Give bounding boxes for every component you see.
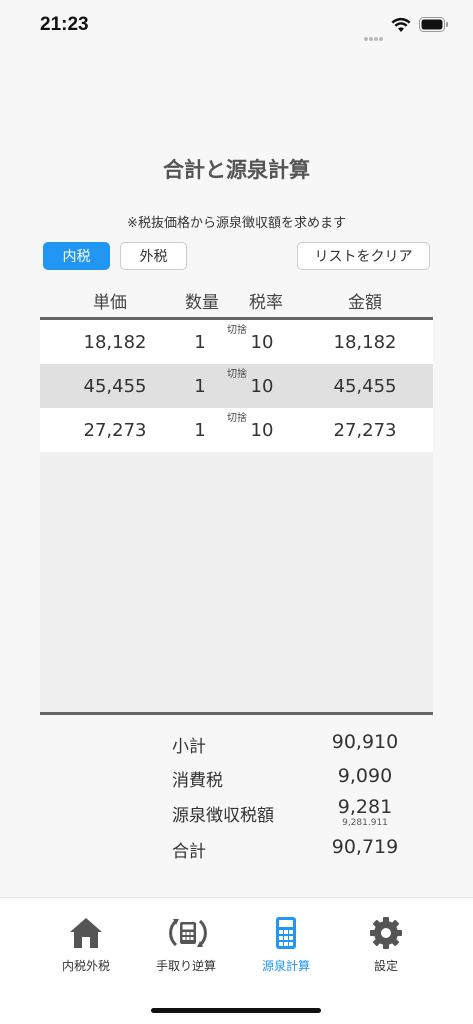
- quantity-cell: 1: [194, 376, 206, 397]
- quantity-cell: 1: [194, 420, 206, 441]
- status-time: 21:23: [40, 14, 89, 35]
- inner-tax-button[interactable]: 内税: [43, 242, 110, 270]
- tab-label: 設定: [373, 959, 398, 973]
- amount-cell: 27,273: [333, 420, 397, 441]
- consumption-tax-value: 9,090: [337, 765, 393, 787]
- amount-cell: 45,455: [333, 376, 397, 397]
- header-tax-rate: 税率: [249, 293, 283, 313]
- unit-price-cell: 45,455: [83, 376, 147, 397]
- tax-rate-cell: 10: [250, 420, 274, 441]
- status-bar: 21:23: [0, 0, 473, 52]
- wifi-icon: [391, 17, 411, 32]
- table-row[interactable]: 45,455 1 切捨 10 45,455: [40, 364, 433, 408]
- withholding-tax-label: 源泉徴収税額: [172, 806, 274, 826]
- withholding-tax-detail: 9,281.911: [342, 818, 388, 828]
- clear-list-button[interactable]: リストをクリア: [297, 242, 430, 270]
- home-indicator[interactable]: [151, 1008, 321, 1013]
- signal-icon: [364, 26, 386, 41]
- calculator-cycle-icon: [169, 919, 207, 947]
- page-subtitle: ※税抜価格から源泉徴収額を求めます: [127, 216, 346, 231]
- item-list[interactable]: 18,182 1 切捨 10 18,182 45,455 1 切捨 10 45,…: [40, 317, 433, 715]
- tab-label: 源泉計算: [261, 959, 310, 973]
- tab-bar: 内税外税 手取り逆算 源泉計算 設定: [0, 897, 473, 1024]
- tab-label: 手取り逆算: [155, 959, 216, 973]
- header-unit-price: 単価: [93, 293, 127, 313]
- header-quantity: 数量: [185, 293, 219, 313]
- table-row[interactable]: 18,182 1 切捨 10 18,182: [40, 320, 433, 364]
- total-label: 合計: [172, 842, 206, 862]
- amount-cell: 18,182: [333, 332, 397, 353]
- calculator-icon: [276, 917, 296, 949]
- tax-rate-cell: 10: [250, 332, 274, 353]
- page-title: 合計と源泉計算: [163, 158, 310, 182]
- home-icon: [70, 918, 102, 948]
- outer-tax-button[interactable]: 外税: [120, 242, 187, 270]
- unit-price-cell: 18,182: [83, 332, 147, 353]
- battery-icon: [419, 17, 448, 32]
- subtotal-value: 90,910: [331, 731, 399, 753]
- header-amount: 金額: [348, 293, 382, 313]
- quantity-cell: 1: [194, 332, 206, 353]
- tab-settings[interactable]: 設定: [336, 910, 436, 980]
- table-row[interactable]: 27,273 1 切捨 10 27,273: [40, 408, 433, 452]
- tax-rate-cell: 10: [250, 376, 274, 397]
- unit-price-cell: 27,273: [83, 420, 147, 441]
- subtotal-label: 小計: [172, 737, 206, 757]
- tab-takehome-reverse[interactable]: 手取り逆算: [136, 910, 236, 980]
- gear-icon: [370, 917, 402, 949]
- tab-inner-outer-tax[interactable]: 内税外税: [36, 910, 136, 980]
- tab-label: 内税外税: [61, 959, 110, 973]
- consumption-tax-label: 消費税: [172, 771, 223, 791]
- total-value: 90,719: [331, 836, 399, 858]
- tab-withholding-calc[interactable]: 源泉計算: [236, 910, 336, 980]
- withholding-tax-value: 9,281: [337, 796, 393, 818]
